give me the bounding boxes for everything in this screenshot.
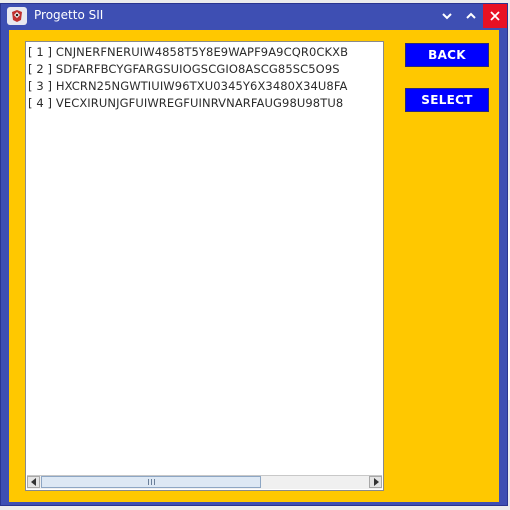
horizontal-scrollbar[interactable] xyxy=(27,475,382,489)
scrollbar-thumb[interactable] xyxy=(41,476,261,488)
close-icon xyxy=(490,11,500,21)
minimize-button[interactable] xyxy=(435,4,459,28)
list-item[interactable]: [ 1 ] CNJNERFNERUIW4858T5Y8E9WAPF9A9CQR0… xyxy=(28,44,380,61)
scroll-right-button[interactable] xyxy=(369,476,382,488)
select-button[interactable]: SELECT xyxy=(405,88,489,112)
maximize-button[interactable] xyxy=(459,4,483,28)
main-window: Progetto SII [ 1 ] CNJNERFNERUIW4858T5Y8… xyxy=(0,3,508,506)
triangle-left-icon xyxy=(30,478,36,486)
list-item[interactable]: [ 2 ] SDFARFBCYGFARGSUIOGSCGIO8ASCG85SC5… xyxy=(28,61,380,78)
java-app-icon xyxy=(7,7,27,25)
item-list[interactable]: [ 1 ] CNJNERFNERUIW4858T5Y8E9WAPF9A9CQR0… xyxy=(25,41,384,491)
list-item[interactable]: [ 4 ] VECXIRUNJGFUIWREGFUINRVNARFAUG98U9… xyxy=(28,95,380,112)
scroll-left-button[interactable] xyxy=(27,476,40,488)
window-title: Progetto SII xyxy=(34,8,104,22)
chevron-down-icon xyxy=(442,13,452,20)
list-item[interactable]: [ 3 ] HXCRN25NGWTIUIW96TXU0345Y6X3480X34… xyxy=(28,78,380,95)
title-bar[interactable]: Progetto SII xyxy=(1,4,507,28)
content-panel: [ 1 ] CNJNERFNERUIW4858T5Y8E9WAPF9A9CQR0… xyxy=(9,30,499,502)
chevron-up-icon xyxy=(466,12,476,19)
back-button[interactable]: BACK xyxy=(405,43,489,67)
triangle-right-icon xyxy=(373,478,379,486)
close-button[interactable] xyxy=(483,4,507,28)
